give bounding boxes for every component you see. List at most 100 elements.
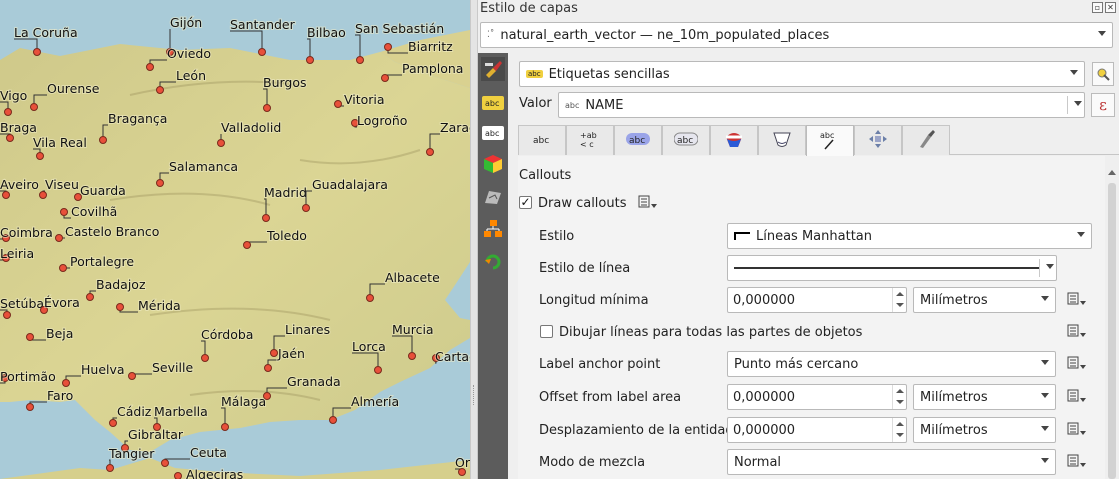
city-marker: Portalegre [59,253,135,272]
anchor-point-select[interactable]: Punto más cercano [727,351,1056,377]
style-mode-toolbar: abc abc [478,53,508,479]
tab-formatting[interactable]: +ab < c [566,125,614,155]
city-marker: Guarda [74,182,127,201]
city-label: Valladolid [221,120,281,135]
spin-arrows-icon[interactable] [892,418,906,442]
history-icon[interactable] [481,250,505,274]
line-style-button[interactable] [727,255,1057,281]
feature-offset-spinbox[interactable]: 0,000000 [727,417,907,443]
data-defined-override-icon[interactable] [1065,322,1089,342]
chevron-down-icon [1041,458,1049,463]
city-label: Castelo Branco [65,224,159,239]
city-dot [3,311,11,319]
city-label: Lorca [352,339,386,354]
offset-label-area-spinbox[interactable]: 0,000000 [727,384,907,410]
fields-icon[interactable] [481,217,505,241]
blend-mode-select[interactable]: Normal [727,449,1056,475]
estilo-linea-label: Estilo de línea [539,261,631,276]
city-dot [374,366,382,374]
tab-callouts[interactable]: abc [806,125,854,156]
offset-unit: Milímetros [920,389,988,405]
callout-style-select[interactable]: Líneas Manhattan [727,223,1092,249]
text-icon: abc [531,133,553,148]
label-mode-select[interactable]: abc Etiquetas sencillas [519,61,1085,87]
data-defined-override-icon[interactable] [1065,420,1089,440]
city-dot [221,423,229,431]
city-dot [26,333,34,341]
city-label: Logroño [357,113,407,128]
city-label: Pamplona [402,61,463,76]
map-canvas[interactable]: La Coruña Gijón Santander Bilbao San Sebasti… [0,0,470,479]
offset-value: 0,000000 [733,389,796,405]
offset-unit-select[interactable]: Milímetros [913,384,1056,410]
auto-placement-button[interactable] [1092,62,1114,86]
data-defined-override-icon[interactable] [1065,354,1089,374]
city-label: Mérida [138,298,181,313]
min-length-spinbox[interactable]: 0,000000 [727,287,907,313]
city-dot [201,354,209,362]
city-dot [99,136,107,144]
data-defined-override-icon[interactable] [1065,290,1089,310]
value-label: Valor [519,96,552,111]
draw-all-parts-checkbox[interactable] [540,325,553,338]
tab-text[interactable]: abc [518,125,566,155]
mask-icon [772,130,792,151]
3d-view-icon[interactable] [481,152,505,176]
city-label: Albacete [385,270,440,285]
city-label: Málaga [221,394,266,409]
value-expression-field[interactable]: abc NAME [558,92,1085,118]
city-label: Vigo [0,88,27,103]
city-label: Cádiz [117,404,152,419]
tab-shadow[interactable] [710,125,758,155]
labels-icon[interactable]: abc [481,91,505,115]
callouts-settings: Callouts ✓ Draw callouts Estilo Líneas M… [518,156,1105,479]
city-dot [302,204,310,212]
min-length-unit-select[interactable]: Milímetros [913,287,1056,313]
city-dot [334,100,342,108]
expression-builder-icon[interactable]: ε [1091,93,1115,117]
masks-icon[interactable]: abc [481,121,505,145]
anchor-value: Punto más cercano [734,356,859,372]
city-label: Linares [285,322,330,337]
city-label: Tangier [108,446,155,461]
city-label: Vila Real [33,135,87,150]
city-label: Jaén [277,346,305,361]
city-label: Biarritz [408,39,453,54]
symbology-icon[interactable] [481,57,505,81]
tab-background[interactable]: abc [662,125,710,155]
float-panel-button[interactable]: ▫ [1092,2,1103,13]
city-dot [356,56,364,64]
data-defined-override-icon[interactable] [1065,387,1089,407]
labels-icon: abc [526,70,543,78]
mezcla-value: Normal [734,454,782,470]
draw-callouts-checkbox[interactable]: ✓ [519,196,532,209]
spin-arrows-icon[interactable] [892,385,906,409]
city-dot [381,74,389,82]
formatting-icon: +ab < c [579,130,601,151]
data-defined-override-icon[interactable] [1065,452,1089,472]
value-field-value: NAME [585,97,624,113]
layer-selector[interactable]: ⁚˚ natural_earth_vector — ne_10m_populat… [480,22,1113,48]
close-panel-button[interactable]: ✕ [1105,2,1116,13]
chevron-down-icon [1041,393,1049,398]
city-label: Burgos [263,75,307,90]
tab-rendering[interactable] [902,125,950,155]
settings-scrollbar[interactable] [1105,165,1119,479]
layer-selector-value: natural_earth_vector — ne_10m_populated_… [500,27,830,43]
diagrams-icon[interactable] [481,185,505,209]
data-defined-override-icon[interactable] [636,193,660,213]
chevron-down-icon [1070,70,1078,75]
feature-offset-unit-select[interactable]: Milímetros [913,417,1056,443]
spin-arrows-icon[interactable] [892,288,906,312]
chevron-down-icon [1041,360,1049,365]
tab-placement[interactable] [854,125,902,155]
tab-buffer[interactable]: abc [614,125,662,155]
city-dot [26,403,34,411]
panel-title: Estilo de capas [480,1,578,16]
city-label: Covilhã [71,204,117,219]
city-marker: Cartagena [432,348,470,365]
panel-splitter[interactable] [470,0,478,479]
city-label: Beja [46,326,73,341]
city-label: Ourense [47,81,100,96]
tab-mask[interactable] [758,125,806,155]
